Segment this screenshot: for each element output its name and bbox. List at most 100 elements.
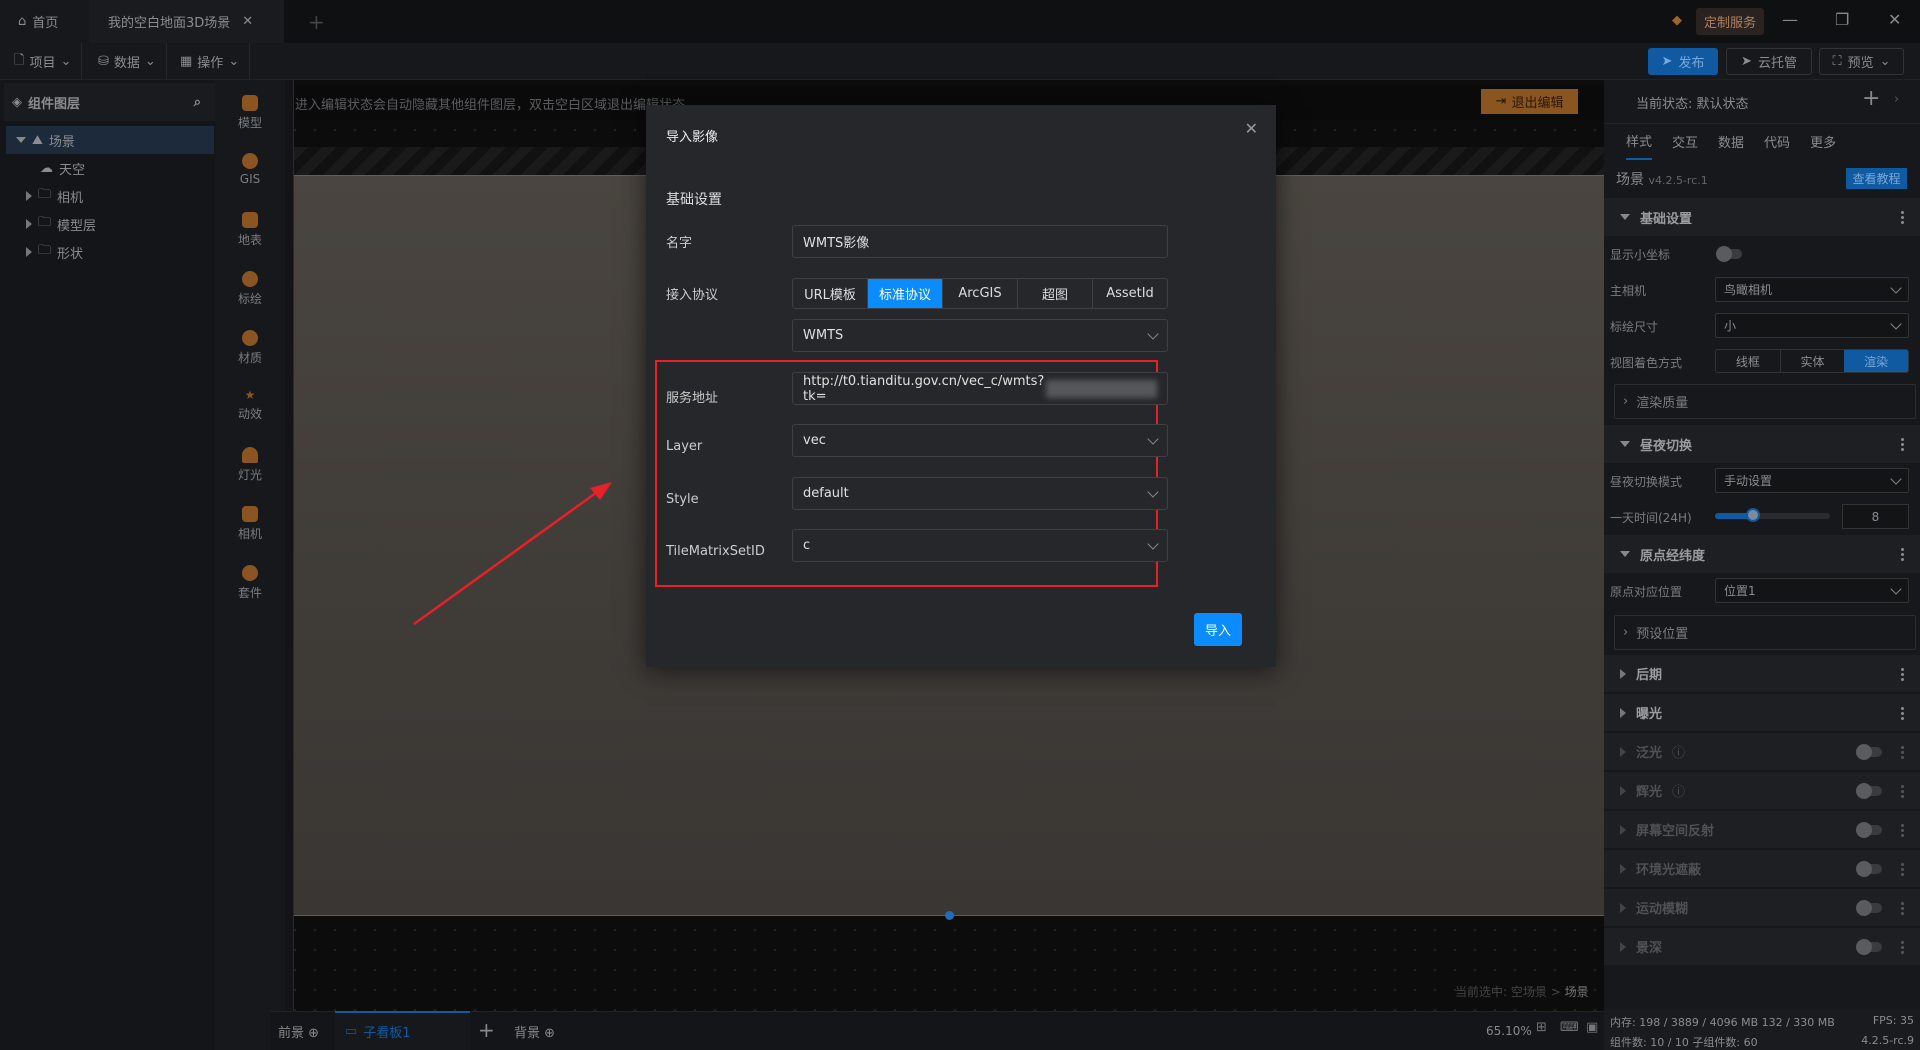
tab-subboard[interactable]: ▭ 子看板1 <box>335 1011 470 1050</box>
tab-data[interactable]: 数据 <box>1718 132 1744 151</box>
minimize-button[interactable]: — <box>1782 10 1798 29</box>
exit-edit-button[interactable]: ⇥ 退出编辑 <box>1481 89 1578 114</box>
show-axis-toggle[interactable] <box>1716 246 1742 262</box>
shading-solid[interactable]: 实体 <box>1781 350 1845 372</box>
section-basic[interactable]: 基础设置 <box>1604 198 1920 236</box>
section-origin[interactable]: 原点经纬度 <box>1604 535 1920 573</box>
section-daynight[interactable]: 昼夜切换 <box>1604 425 1920 463</box>
section-effect[interactable]: 泛光 ⓘ <box>1604 733 1920 771</box>
shading-wireframe[interactable]: 线框 <box>1716 350 1781 372</box>
menu-operate[interactable]: ▦ 操作 ⌄ <box>170 43 251 80</box>
widget-material[interactable]: 材质 <box>215 330 285 366</box>
custom-service-button[interactable]: 定制服务 <box>1696 8 1765 35</box>
close-icon[interactable]: ✕ <box>242 14 253 29</box>
widget-light[interactable]: 灯光 <box>215 447 285 483</box>
tab-home[interactable]: ⌂ 首页 <box>0 0 90 43</box>
help-icon[interactable]: ⓘ <box>1672 781 1685 800</box>
help-icon[interactable]: ⓘ <box>1672 742 1685 761</box>
search-icon[interactable]: ⌕ <box>194 95 201 110</box>
protocol-standard[interactable]: 标准协议 <box>868 279 943 308</box>
time-slider[interactable] <box>1715 508 1830 522</box>
effect-toggle[interactable] <box>1856 744 1882 760</box>
close-window-button[interactable]: ✕ <box>1888 10 1901 29</box>
more-icon[interactable] <box>1901 823 1904 837</box>
terminal-icon[interactable]: ▣ <box>1586 1020 1598 1035</box>
widget-plot[interactable]: 标绘 <box>215 271 285 307</box>
menu-data[interactable]: ⛁ 数据 ⌄ <box>88 43 167 80</box>
menu-project[interactable]: 🗋 项目 ⌄ <box>4 43 83 80</box>
protocol-url-template[interactable]: URL模板 <box>793 279 868 308</box>
effect-toggle[interactable] <box>1856 861 1882 877</box>
section-post[interactable]: 后期 <box>1604 655 1920 693</box>
tab-style[interactable]: 样式 <box>1626 123 1653 160</box>
tab-code[interactable]: 代码 <box>1764 132 1790 151</box>
section-effect[interactable]: 环境光遮蔽 <box>1604 850 1920 888</box>
tree-item-camera[interactable]: 🗀 相机 <box>0 182 213 210</box>
effect-toggle[interactable] <box>1856 900 1882 916</box>
tree-item-model-layer[interactable]: 🗀 模型层 <box>0 210 213 238</box>
section-effect[interactable]: 景深 <box>1604 928 1920 966</box>
widget-kit[interactable]: 套件 <box>215 565 285 601</box>
close-icon[interactable]: ✕ <box>1245 119 1258 138</box>
tab-project[interactable]: 我的空白地面3D场景 ✕ <box>90 0 284 43</box>
tms-select[interactable]: c <box>792 529 1168 562</box>
tree-item-scene[interactable]: ⛰ 场景 <box>6 126 214 154</box>
section-exposure[interactable]: 曝光 <box>1604 694 1920 732</box>
layer-select[interactable]: vec <box>792 424 1168 457</box>
publish-button[interactable]: ➤ 发布 <box>1648 48 1718 75</box>
name-input[interactable]: WMTS影像 <box>792 225 1168 258</box>
effect-toggle[interactable] <box>1856 822 1882 838</box>
more-icon[interactable] <box>1901 667 1904 681</box>
widget-terrain[interactable]: 地表 <box>215 212 285 248</box>
service-type-select[interactable]: WMTS <box>792 319 1168 352</box>
breadcrumb-parent[interactable]: 空场景 <box>1511 985 1547 999</box>
tutorial-button[interactable]: 查看教程 <box>1846 168 1907 189</box>
shading-render[interactable]: 渲染 <box>1844 350 1908 372</box>
keyboard-icon[interactable]: ⌨ <box>1560 1020 1579 1035</box>
more-icon[interactable] <box>1901 940 1904 954</box>
more-icon[interactable] <box>1901 547 1904 561</box>
chevron-right-icon[interactable]: › <box>1894 92 1899 107</box>
add-circle-icon[interactable]: ⊕ <box>544 1026 555 1041</box>
import-button[interactable]: 导入 <box>1194 613 1242 646</box>
restore-button[interactable]: ❐ <box>1835 10 1849 29</box>
protocol-supermap[interactable]: 超图 <box>1018 279 1093 308</box>
preset-position-collapse[interactable]: › 预设位置 <box>1614 615 1916 650</box>
tab-background[interactable]: 背景 ⊕ <box>514 1022 555 1041</box>
add-circle-icon[interactable]: ⊕ <box>308 1026 319 1041</box>
plot-size-select[interactable]: 小 <box>1715 313 1909 338</box>
resize-handle[interactable] <box>945 911 954 920</box>
widget-effect[interactable]: ★ 动效 <box>215 388 285 422</box>
protocol-arcgis[interactable]: ArcGIS <box>943 279 1018 308</box>
more-icon[interactable] <box>1901 706 1904 720</box>
preview-button[interactable]: ⛶ 预览 ⌄ <box>1819 48 1904 75</box>
render-quality-collapse[interactable]: › 渲染质量 <box>1614 384 1916 419</box>
tab-more[interactable]: 更多 <box>1810 132 1836 151</box>
add-state-button[interactable]: + <box>1862 86 1880 111</box>
section-effect[interactable]: 运动模糊 <box>1604 889 1920 927</box>
more-icon[interactable] <box>1901 862 1904 876</box>
cloud-host-button[interactable]: ➤ 云托管 <box>1726 48 1812 75</box>
effect-toggle[interactable] <box>1856 939 1882 955</box>
url-input[interactable]: http://t0.tianditu.gov.cn/vec_c/wmts?tk= <box>792 372 1168 405</box>
slider-thumb[interactable] <box>1745 508 1760 522</box>
add-board-button[interactable]: + <box>478 1018 495 1042</box>
tree-item-shape[interactable]: 🗀 形状 <box>0 238 213 266</box>
section-effect[interactable]: 辉光 ⓘ <box>1604 772 1920 810</box>
time-input[interactable]: 8 <box>1842 504 1909 529</box>
more-icon[interactable] <box>1901 210 1904 224</box>
tree-item-sky[interactable]: ☁ 天空 <box>0 154 213 182</box>
effect-toggle[interactable] <box>1856 783 1882 799</box>
more-icon[interactable] <box>1901 437 1904 451</box>
camera-select[interactable]: 鸟瞰相机 <box>1715 277 1909 302</box>
widget-model[interactable]: 模型 <box>215 95 285 131</box>
style-select[interactable]: default <box>792 477 1168 510</box>
widget-camera[interactable]: 相机 <box>215 506 285 542</box>
widget-gis[interactable]: GIS <box>215 153 285 186</box>
tab-foreground[interactable]: 前景 ⊕ <box>278 1022 319 1041</box>
protocol-assetid[interactable]: AssetId <box>1093 279 1167 308</box>
tab-interaction[interactable]: 交互 <box>1672 132 1698 151</box>
more-icon[interactable] <box>1901 745 1904 759</box>
fit-screen-icon[interactable]: ⊞ <box>1536 1020 1547 1035</box>
section-effect[interactable]: 屏幕空间反射 <box>1604 811 1920 849</box>
